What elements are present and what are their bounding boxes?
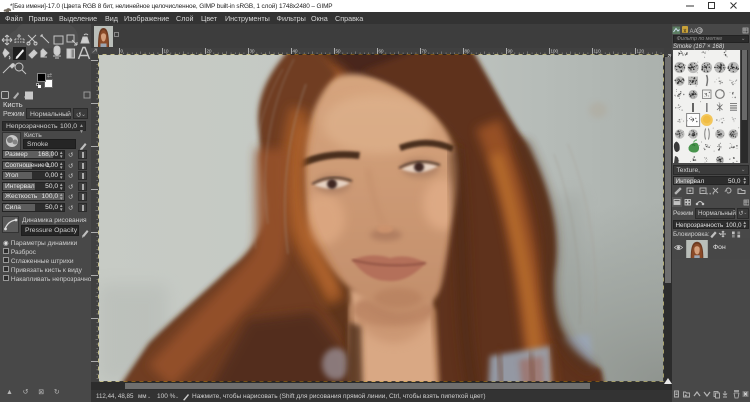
svg-text:10: 10 <box>164 49 170 54</box>
svg-text:100: 100 <box>551 49 559 54</box>
svg-text:0: 0 <box>121 49 124 54</box>
svg-text:Ф: Ф <box>698 28 702 34</box>
svg-text:120: 120 <box>637 49 645 54</box>
svg-text:20: 20 <box>207 49 213 54</box>
svg-text:110: 110 <box>594 49 602 54</box>
svg-text:40: 40 <box>293 49 299 54</box>
svg-text:90: 90 <box>508 49 514 54</box>
svg-text:80: 80 <box>465 49 471 54</box>
svg-text:30: 30 <box>250 49 256 54</box>
svg-text:50: 50 <box>336 49 342 54</box>
svg-text:70: 70 <box>422 49 428 54</box>
svg-text:60: 60 <box>379 49 385 54</box>
